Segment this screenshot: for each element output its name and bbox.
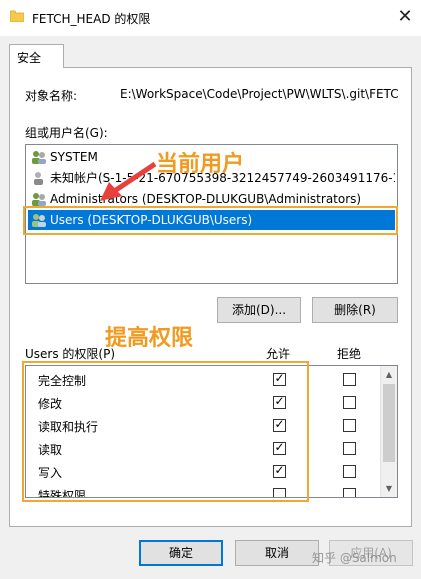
remove-button[interactable]: 删除(R) bbox=[312, 297, 398, 323]
group-user-label: 组或用户名(G): bbox=[25, 126, 108, 140]
tab-security-label: 安全 bbox=[17, 51, 42, 65]
annotation-raise-permission: 提高权限 bbox=[105, 326, 194, 351]
deny-checkbox[interactable] bbox=[343, 373, 356, 386]
scroll-up-icon[interactable]: ▲ bbox=[381, 366, 397, 383]
object-name-label: 对象名称: bbox=[25, 89, 78, 103]
window-title: FETCH_HEAD 的权限 bbox=[32, 12, 151, 26]
deny-checkbox[interactable] bbox=[343, 419, 356, 432]
cancel-button[interactable]: 取消 bbox=[235, 540, 319, 566]
user-group-icon bbox=[30, 192, 48, 206]
permission-scrollbar[interactable]: ▲ ▼ bbox=[380, 366, 397, 497]
user-unknown-icon bbox=[30, 171, 48, 185]
permission-highlight bbox=[22, 361, 309, 502]
close-icon[interactable]: ✕ bbox=[392, 4, 418, 30]
selected-user-highlight bbox=[23, 206, 398, 235]
permissions-title: Users 的权限(P) bbox=[25, 347, 116, 361]
watermark: 知乎 @Salmon bbox=[312, 551, 397, 565]
deny-checkbox[interactable] bbox=[343, 465, 356, 478]
deny-checkbox[interactable] bbox=[343, 488, 356, 497]
user-name: SYSTEM bbox=[50, 150, 98, 164]
folder-icon bbox=[9, 10, 25, 23]
add-button[interactable]: 添加(D)... bbox=[217, 297, 301, 323]
deny-checkbox[interactable] bbox=[343, 442, 356, 455]
deny-checkbox[interactable] bbox=[343, 396, 356, 409]
scroll-thumb[interactable] bbox=[383, 384, 395, 462]
scroll-down-icon[interactable]: ▼ bbox=[381, 480, 397, 497]
annotation-current-user: 当前用户 bbox=[156, 152, 245, 177]
user-group-icon bbox=[30, 150, 48, 164]
arrow-icon bbox=[100, 161, 157, 201]
deny-header: 拒绝 bbox=[337, 347, 362, 361]
ok-button[interactable]: 确定 bbox=[139, 540, 223, 566]
allow-header: 允许 bbox=[266, 347, 291, 361]
object-name-value: E:\WorkSpace\Code\Project\PW\WLTS\.git\F… bbox=[120, 87, 399, 101]
